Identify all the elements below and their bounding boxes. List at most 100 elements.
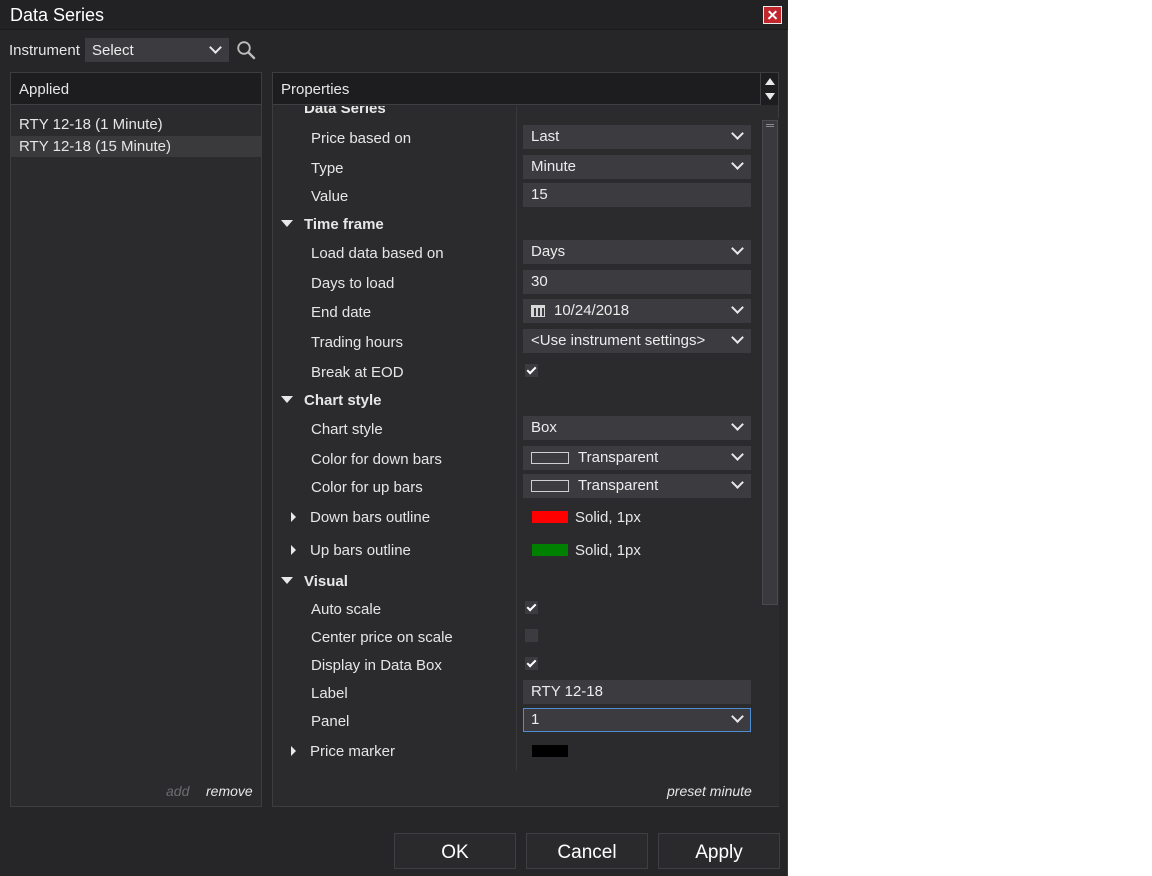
move-down-icon[interactable] <box>765 93 775 100</box>
calendar-icon <box>531 305 545 317</box>
type-value: Minute <box>531 158 577 175</box>
panel-label: Panel <box>311 713 350 730</box>
category-data-series[interactable]: Data Series <box>304 106 386 117</box>
transparent-swatch <box>531 480 569 492</box>
applied-panel: Applied RTY 12-18 (1 Minute) RTY 12-18 (… <box>10 72 262 807</box>
category-chart-style[interactable]: Chart style <box>304 392 382 409</box>
color-up-bars-dropdown[interactable]: Transparent <box>523 474 751 498</box>
panel-dropdown[interactable]: 1 <box>523 708 751 732</box>
auto-scale-checkbox[interactable] <box>525 601 538 614</box>
chart-style-value: Box <box>531 419 557 436</box>
properties-header-label: Properties <box>281 81 350 98</box>
expand-icon[interactable] <box>291 746 296 756</box>
break-at-eod-checkbox[interactable] <box>525 364 538 377</box>
break-at-eod-label: Break at EOD <box>311 364 404 381</box>
chevron-down-icon <box>731 710 744 723</box>
applied-list-item-selected[interactable]: RTY 12-18 (15 Minute) <box>11 136 261 157</box>
up-bars-outline-swatch[interactable] <box>532 544 568 556</box>
applied-list-item[interactable]: RTY 12-18 (1 Minute) <box>11 114 261 135</box>
price-based-on-value: Last <box>531 128 560 145</box>
value-label: Value <box>311 188 349 205</box>
price-marker-swatch[interactable] <box>532 745 568 757</box>
category-time-frame[interactable]: Time frame <box>304 216 384 233</box>
chart-style-dropdown[interactable]: Box <box>523 416 751 440</box>
price-marker-label: Price marker <box>310 743 396 760</box>
type-label: Type <box>311 160 344 177</box>
color-down-bars-dropdown[interactable]: Transparent <box>523 446 751 470</box>
load-data-based-on-value: Days <box>531 243 566 260</box>
chevron-down-icon <box>731 448 744 461</box>
move-up-icon[interactable] <box>765 78 775 85</box>
trading-hours-value: <Use instrument settings> <box>531 332 706 349</box>
chevron-down-icon <box>731 157 744 170</box>
color-up-bars-label: Color for up bars <box>311 479 423 496</box>
apply-button[interactable]: Apply <box>658 833 780 869</box>
title-bar[interactable]: Data Series <box>0 0 788 30</box>
instrument-label: Instrument <box>9 42 80 59</box>
cancel-button[interactable]: Cancel <box>526 833 648 869</box>
end-date-picker[interactable]: 10/24/2018 <box>523 299 751 323</box>
property-grid: Data Series Price based on Last Type Min… <box>273 106 760 771</box>
close-icon[interactable] <box>763 6 782 24</box>
price-based-on-label: Price based on <box>311 130 412 147</box>
scrollbar-thumb[interactable] <box>762 120 778 605</box>
data-series-dialog: Data Series Instrument Select Applied RT… <box>0 0 788 876</box>
collapse-icon[interactable] <box>281 220 293 227</box>
apply-button-label: Apply <box>695 842 743 863</box>
price-based-on-dropdown[interactable]: Last <box>523 125 751 149</box>
preset-link[interactable]: preset minute <box>667 783 752 799</box>
display-in-data-box-label: Display in Data Box <box>311 657 442 674</box>
display-in-data-box-checkbox[interactable] <box>525 657 538 670</box>
chevron-down-icon <box>731 301 744 314</box>
value-input[interactable]: 15 <box>523 183 751 207</box>
remove-link[interactable]: remove <box>206 783 253 799</box>
properties-panel: Properties Data Series Price based on La… <box>272 72 779 807</box>
grip-icon <box>766 124 774 127</box>
cancel-button-label: Cancel <box>557 842 617 863</box>
color-down-bars-value: Transparent <box>578 449 659 466</box>
add-link[interactable]: add <box>166 783 189 799</box>
chevron-down-icon <box>731 331 744 344</box>
days-to-load-label: Days to load <box>311 275 395 292</box>
load-data-based-on-label: Load data based on <box>311 245 444 262</box>
transparent-swatch <box>531 452 569 464</box>
applied-item-label: RTY 12-18 (15 Minute) <box>19 138 172 155</box>
chevron-down-icon <box>731 242 744 255</box>
panel-value: 1 <box>531 711 540 728</box>
applied-item-label: RTY 12-18 (1 Minute) <box>19 116 163 133</box>
center-price-on-scale-checkbox[interactable] <box>525 629 538 642</box>
days-to-load-text: 30 <box>531 273 548 290</box>
color-up-bars-value: Transparent <box>578 477 659 494</box>
trading-hours-dropdown[interactable]: <Use instrument settings> <box>523 329 751 353</box>
chart-style-label: Chart style <box>311 421 383 438</box>
collapse-icon[interactable] <box>281 396 293 403</box>
down-bars-outline-swatch[interactable] <box>532 511 568 523</box>
applied-header-label: Applied <box>19 81 70 98</box>
chevron-down-icon <box>731 418 744 431</box>
down-bars-outline-label: Down bars outline <box>310 509 431 526</box>
down-bars-outline-value[interactable]: Solid, 1px <box>575 509 641 526</box>
column-divider[interactable] <box>516 106 517 771</box>
expand-icon[interactable] <box>291 545 296 555</box>
expand-icon[interactable] <box>291 512 296 522</box>
instrument-select[interactable]: Select <box>85 38 229 62</box>
type-dropdown[interactable]: Minute <box>523 155 751 179</box>
applied-header: Applied <box>11 73 261 105</box>
instrument-select-value: Select <box>92 42 134 59</box>
move-updown-buttons[interactable] <box>760 73 778 105</box>
category-visual[interactable]: Visual <box>304 573 348 590</box>
collapse-icon[interactable] <box>281 577 293 584</box>
search-icon[interactable] <box>236 40 256 60</box>
days-to-load-input[interactable]: 30 <box>523 270 751 294</box>
window-title: Data Series <box>10 5 105 25</box>
value-input-text: 15 <box>531 186 548 203</box>
center-price-on-scale-label: Center price on scale <box>311 629 453 646</box>
label-input[interactable]: RTY 12-18 <box>523 680 751 704</box>
color-down-bars-label: Color for down bars <box>311 451 442 468</box>
ok-button[interactable]: OK <box>394 833 516 869</box>
up-bars-outline-value[interactable]: Solid, 1px <box>575 542 641 559</box>
end-date-label: End date <box>311 304 372 321</box>
vertical-scrollbar[interactable] <box>761 118 779 806</box>
load-data-based-on-dropdown[interactable]: Days <box>523 240 751 264</box>
label-input-text: RTY 12-18 <box>531 683 603 700</box>
